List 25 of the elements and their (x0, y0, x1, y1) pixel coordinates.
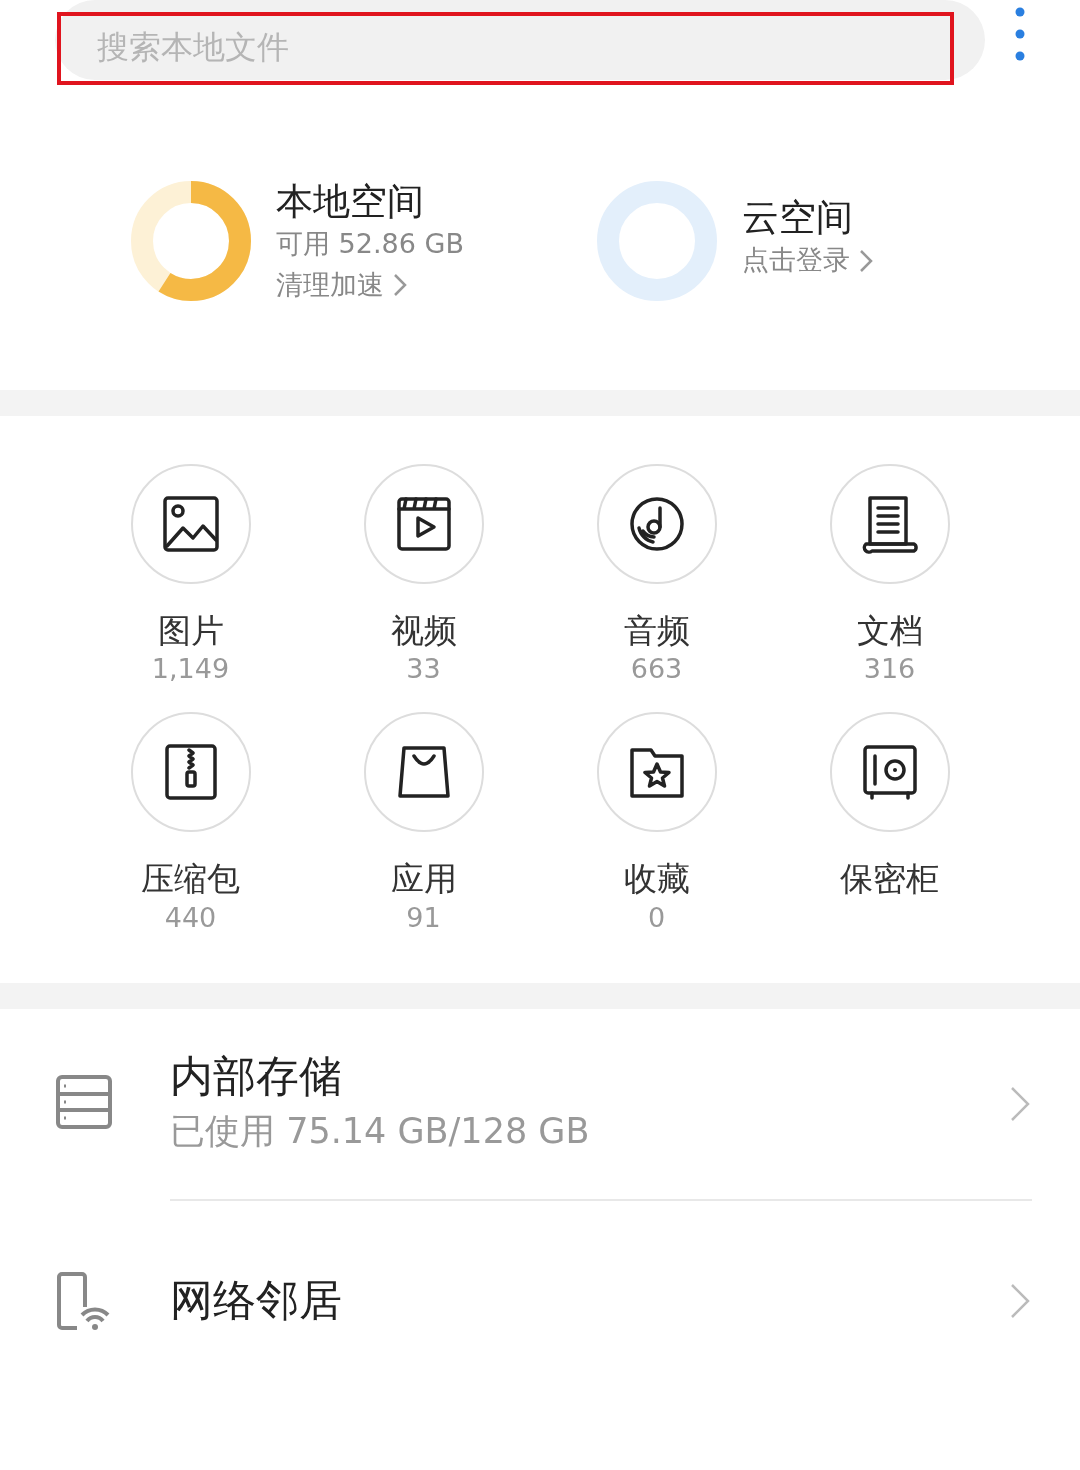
file-count: 0 (647, 900, 666, 935)
space-title: 本地空间 (276, 180, 425, 225)
category-label: 应用 (390, 858, 457, 900)
file-count: 1,149 (151, 652, 230, 687)
cleanup-link[interactable]: 清理加速 (276, 264, 384, 306)
search-field[interactable]: 搜索本地文件 (55, 0, 985, 80)
category-label: 文档 (856, 610, 923, 652)
available-space: 可用 52.86 GB (276, 227, 464, 262)
category-label: 压缩包 (141, 858, 240, 900)
file-count: 91 (406, 900, 441, 935)
file-count: 663 (630, 652, 683, 687)
category-label: 视频 (390, 610, 457, 652)
category-label: 图片 (157, 610, 224, 652)
category-label: 收藏 (623, 858, 690, 900)
location-title[interactable]: 网络邻居 (170, 1272, 1008, 1329)
file-count: 33 (406, 652, 441, 687)
file-count: 440 (164, 900, 217, 935)
category-label: 保密柜 (840, 858, 939, 900)
space-title: 云空间 (742, 196, 854, 241)
location-title[interactable]: 内部存储 (170, 1049, 1008, 1106)
login-link[interactable]: 点击登录 (742, 240, 850, 281)
category-label: 音频 (623, 610, 690, 652)
storage-usage: 已使用 75.14 GB/128 GB (170, 1110, 591, 1154)
image-icon (160, 494, 221, 554)
file-count: 316 (863, 652, 916, 687)
